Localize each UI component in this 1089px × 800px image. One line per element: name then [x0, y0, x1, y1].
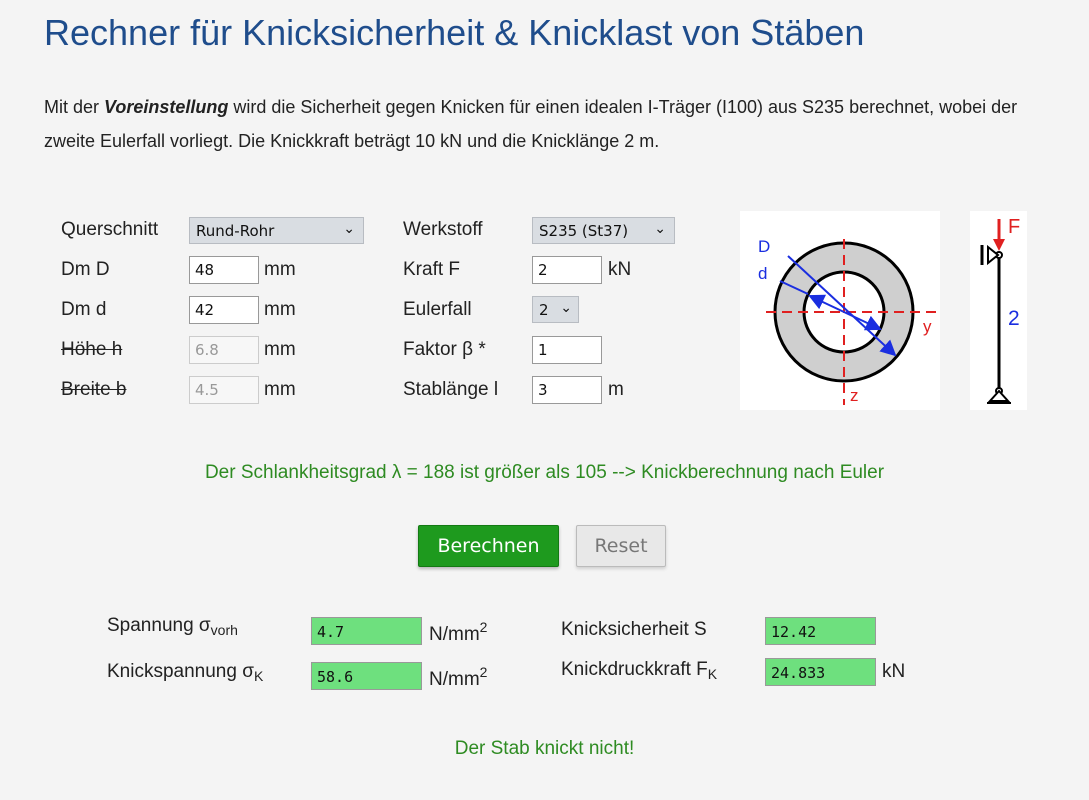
spannung-sub: vorh	[210, 622, 238, 638]
querschnitt-label: Querschnitt	[61, 219, 159, 240]
knickspannung-label: Knickspannung σK	[107, 661, 263, 684]
knickspannung-unit: N/mm2	[429, 664, 487, 691]
stablaenge-unit: m	[608, 379, 624, 400]
breite-input: 4.5	[189, 376, 259, 404]
eulerfall-select[interactable]: 2 ⌄	[532, 296, 579, 323]
page-title: Rechner für Knicksicherheit & Knicklast …	[44, 12, 865, 53]
querschnitt-select[interactable]: Rund-Rohr ⌄	[189, 217, 364, 244]
dmD-label: Dm D	[61, 259, 110, 280]
dmd-unit: mm	[264, 299, 296, 320]
breite-unit: mm	[264, 379, 296, 400]
column-support-icon: F 2	[980, 216, 1020, 404]
knickkraft-label: Knickdruckkraft FK	[561, 659, 717, 682]
werkstoff-select[interactable]: S235 (St37) ⌄	[532, 217, 675, 244]
chevron-down-icon: ⌄	[560, 300, 572, 316]
hoehe-label: Höhe h	[61, 339, 123, 360]
knickspannung-label-text: Knickspannung σ	[107, 661, 254, 682]
dmD-input[interactable]: 48	[189, 256, 259, 284]
intro-bold: Voreinstellung	[104, 97, 229, 117]
faktor-label: Faktor β *	[403, 339, 486, 360]
spannung-label: Spannung σvorh	[107, 615, 238, 638]
eulerfall-value: 2	[539, 301, 549, 319]
knickspannung-unit-text: N/mm	[429, 669, 480, 690]
label-y: y	[923, 317, 932, 336]
knickkraft-label-text: Knickdruckkraft F	[561, 659, 708, 680]
hoehe-input: 6.8	[189, 336, 259, 364]
spannung-unit: N/mm2	[429, 619, 487, 646]
werkstoff-label: Werkstoff	[403, 219, 483, 240]
hoehe-unit: mm	[264, 339, 296, 360]
knickspannung-output: 58.6	[311, 662, 422, 690]
knickkraft-sub: K	[707, 666, 718, 682]
label-D: D	[758, 237, 770, 256]
dmD-unit: mm	[264, 259, 296, 280]
stablaenge-label: Stablänge l	[403, 379, 499, 400]
chevron-down-icon: ⌄	[343, 221, 355, 237]
ring-cross-section-icon: D d y z	[758, 237, 936, 405]
dmd-label: Dm d	[61, 299, 107, 320]
kraft-input[interactable]: 2	[532, 256, 602, 284]
cross-section-diagram: D d y z	[740, 211, 940, 410]
label-z: z	[850, 386, 859, 405]
knickkraft-output: 24.833	[765, 658, 876, 686]
knickspannung-unit-sup: 2	[479, 664, 488, 680]
kraft-label: Kraft F	[403, 259, 461, 280]
label-case: 2	[1008, 307, 1020, 330]
querschnitt-value: Rund-Rohr	[196, 222, 275, 240]
intro-text: Mit der Voreinstellung wird die Sicherhe…	[44, 90, 1054, 158]
spannung-label-text: Spannung σ	[107, 615, 211, 636]
result-message: Der Stab knickt nicht!	[454, 738, 635, 759]
intro-before: Mit der	[44, 97, 105, 117]
stablaenge-input[interactable]: 3	[532, 376, 602, 404]
label-F: F	[1008, 216, 1020, 238]
reset-button[interactable]: Reset	[576, 525, 666, 567]
spannung-output: 4.7	[311, 617, 422, 645]
chevron-down-icon: ⌄	[654, 221, 666, 237]
spannung-unit-text: N/mm	[429, 624, 480, 645]
breite-label: Breite b	[61, 379, 127, 400]
sicherheit-output: 12.42	[765, 617, 876, 645]
knickspannung-sub: K	[253, 668, 264, 684]
knickkraft-unit: kN	[882, 661, 906, 682]
label-d: d	[758, 264, 767, 283]
calculate-button[interactable]: Berechnen	[418, 525, 559, 567]
dmd-input[interactable]: 42	[189, 296, 259, 324]
euler-case-diagram: F 2	[970, 211, 1027, 410]
slenderness-message: Der Schlankheitsgrad λ = 188 ist größer …	[204, 462, 885, 483]
eulerfall-label: Eulerfall	[403, 299, 472, 320]
sicherheit-label: Knicksicherheit S	[561, 619, 707, 640]
kraft-unit: kN	[608, 259, 632, 280]
werkstoff-value: S235 (St37)	[539, 222, 629, 240]
spannung-unit-sup: 2	[479, 619, 488, 635]
faktor-input[interactable]: 1	[532, 336, 602, 364]
